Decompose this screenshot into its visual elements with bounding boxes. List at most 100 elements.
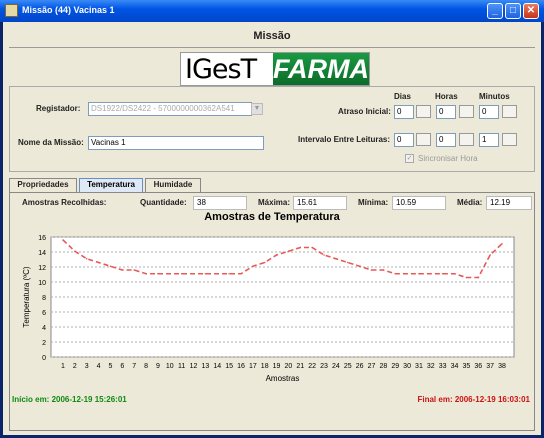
- atraso-dias-input[interactable]: 0: [394, 105, 414, 119]
- x-tick-label: 37: [486, 363, 494, 370]
- maxima-label: Máxima:: [258, 198, 291, 207]
- data-point: [323, 254, 325, 256]
- x-axis-label: Amostras: [266, 374, 300, 383]
- temperature-tab-content: Amostras Recolhidas: Quantidade: 38 Máxi…: [9, 192, 535, 431]
- data-point: [180, 272, 183, 275]
- data-point: [109, 265, 112, 268]
- media-label: Média:: [457, 198, 483, 207]
- quantidade-label: Quantidade:: [140, 198, 187, 207]
- data-point: [145, 272, 147, 275]
- maximize-button[interactable]: □: [505, 3, 521, 19]
- data-point: [477, 276, 480, 279]
- data-point: [85, 257, 88, 260]
- x-tick-label: 32: [427, 363, 435, 370]
- data-point: [406, 272, 408, 275]
- registador-combo[interactable]: DS1922/DS2422 - 5700000000362A541: [88, 102, 252, 116]
- y-tick-label: 14: [38, 250, 46, 257]
- y-tick-label: 12: [38, 265, 46, 272]
- window-title: Missão (44) Vacinas 1: [22, 5, 115, 15]
- data-point: [263, 261, 266, 264]
- atraso-dias-spinner[interactable]: [416, 105, 431, 118]
- data-point: [299, 246, 302, 249]
- data-point: [97, 261, 100, 264]
- intervalo-horas-input[interactable]: 0: [436, 133, 456, 147]
- x-tick-label: 11: [178, 363, 185, 370]
- tab-temperatura[interactable]: Temperatura: [79, 178, 143, 192]
- x-tick-label: 8: [144, 363, 148, 370]
- data-point: [252, 265, 254, 268]
- y-tick-label: 10: [38, 280, 46, 287]
- registador-label: Registador:: [36, 104, 81, 113]
- title-bar[interactable]: Missão (44) Vacinas 1 _ □ ✕: [0, 0, 544, 22]
- tab-humidade[interactable]: Humidade: [145, 178, 201, 192]
- x-tick-label: 36: [474, 363, 482, 370]
- chevron-down-icon[interactable]: ▼: [251, 103, 263, 115]
- sincronizar-label: Sincronisar Hora: [418, 154, 478, 163]
- main-frame: Missão IGesT FARMA Registador: DS1922/DS…: [3, 22, 541, 435]
- mission-config-panel: Registador: DS1922/DS2422 - 570000000036…: [9, 86, 535, 172]
- x-tick-label: 23: [320, 363, 328, 370]
- data-point: [382, 269, 385, 271]
- data-point: [430, 272, 432, 275]
- data-point: [311, 246, 313, 249]
- x-tick-label: 34: [451, 363, 459, 370]
- data-point: [441, 272, 444, 275]
- x-tick-label: 4: [97, 363, 101, 370]
- x-tick-label: 21: [296, 363, 304, 370]
- media-value: 12.19: [486, 196, 532, 210]
- x-tick-label: 38: [498, 363, 506, 370]
- minima-label: Mínima:: [358, 198, 389, 207]
- minimize-button[interactable]: _: [487, 3, 503, 19]
- close-button[interactable]: ✕: [523, 3, 539, 19]
- atraso-horas-spinner[interactable]: [459, 105, 474, 118]
- intervalo-minutos-input[interactable]: 1: [479, 133, 499, 147]
- atraso-horas-input[interactable]: 0: [436, 105, 456, 119]
- dias-header: Dias: [394, 92, 411, 101]
- sincronizar-checkbox[interactable]: ✓: [405, 154, 414, 163]
- tab-propriedades[interactable]: Propriedades: [9, 178, 77, 192]
- x-tick-label: 3: [85, 363, 89, 370]
- y-tick-label: 8: [42, 295, 46, 302]
- x-tick-label: 18: [261, 363, 269, 370]
- x-tick-label: 2: [73, 363, 77, 370]
- atraso-minutos-input[interactable]: 0: [479, 105, 499, 119]
- x-tick-label: 20: [285, 363, 293, 370]
- x-tick-label: 14: [213, 363, 221, 370]
- data-point: [287, 250, 290, 253]
- divider: [9, 47, 535, 48]
- x-tick-label: 31: [415, 363, 423, 370]
- x-tick-label: 33: [439, 363, 447, 370]
- data-point: [240, 272, 242, 275]
- data-point: [192, 272, 195, 275]
- data-point: [335, 257, 337, 260]
- data-point: [168, 272, 171, 275]
- data-point: [157, 272, 159, 275]
- x-tick-label: 35: [463, 363, 471, 370]
- intervalo-dias-spinner[interactable]: [416, 133, 431, 146]
- nome-missao-input[interactable]: Vacinas 1: [88, 136, 264, 150]
- y-tick-label: 0: [42, 355, 46, 362]
- x-tick-label: 5: [109, 363, 113, 370]
- horas-header: Horas: [435, 92, 458, 101]
- data-point: [62, 239, 64, 241]
- data-point: [465, 276, 468, 279]
- y-axis-label: Temperatura (ºC): [22, 266, 31, 327]
- x-tick-label: 12: [190, 363, 198, 370]
- intervalo-minutos-spinner[interactable]: [502, 133, 517, 146]
- data-point: [346, 261, 349, 264]
- x-tick-label: 30: [403, 363, 411, 370]
- intervalo-horas-spinner[interactable]: [459, 133, 474, 146]
- x-tick-label: 7: [132, 363, 136, 370]
- x-tick-label: 16: [237, 363, 245, 370]
- data-point: [418, 272, 420, 275]
- intervalo-dias-input[interactable]: 0: [394, 133, 414, 147]
- atraso-minutos-spinner[interactable]: [502, 105, 517, 118]
- maxima-value: 15.61: [293, 196, 347, 210]
- amostras-recolhidas-label: Amostras Recolhidas:: [22, 198, 107, 207]
- data-point: [133, 269, 135, 271]
- final-timestamp: Final em: 2006-12-19 16:03:01: [417, 395, 530, 404]
- x-tick-label: 6: [120, 363, 124, 370]
- x-tick-label: 1: [61, 363, 65, 370]
- y-tick-label: 2: [42, 340, 46, 347]
- app-icon: [5, 4, 18, 17]
